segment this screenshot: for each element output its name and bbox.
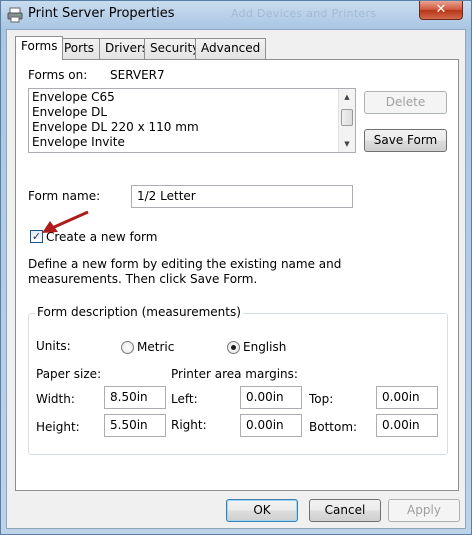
scroll-up-arrow-icon[interactable]: ▲ <box>339 89 355 105</box>
left-margin-field[interactable]: 0.00in <box>240 386 302 409</box>
paper-size-label: Paper size: <box>36 367 102 381</box>
delete-button[interactable]: Delete <box>364 91 447 114</box>
cancel-button[interactable]: Cancel <box>309 499 381 522</box>
height-label: Height: <box>36 420 80 434</box>
top-margin-field[interactable]: 0.00in <box>376 386 438 409</box>
radio-selected-dot <box>231 345 236 350</box>
measurements-group-title: Form description (measurements) <box>35 305 243 319</box>
list-item[interactable]: Envelope DL 220 x 110 mm <box>32 120 199 134</box>
metric-label[interactable]: Metric <box>137 340 174 354</box>
list-item[interactable]: Envelope C65 <box>32 90 115 104</box>
printer-icon <box>7 7 23 23</box>
close-button[interactable]: ✕ <box>419 1 463 20</box>
form-name-field[interactable]: 1/2 Letter <box>131 185 353 208</box>
form-name-label: Form name: <box>28 189 101 203</box>
dialog-client-area: Forms Ports Drivers Security Advanced Fo… <box>6 29 466 529</box>
tab-advanced[interactable]: Advanced <box>195 38 267 59</box>
title-bar[interactable]: Print Server Properties Add Devices and … <box>1 1 471 29</box>
units-label: Units: <box>36 339 71 353</box>
width-label: Width: <box>36 392 75 406</box>
print-server-properties-window: Print Server Properties Add Devices and … <box>0 0 472 535</box>
list-item[interactable]: Envelope Invite <box>32 135 125 149</box>
apply-button[interactable]: Apply <box>388 499 460 522</box>
bottom-margin-field[interactable]: 0.00in <box>376 414 438 437</box>
forms-on-label: Forms on: <box>28 68 88 82</box>
server-name: SERVER7 <box>110 68 165 82</box>
measurements-groupbox: Form description (measurements) Units: M… <box>28 305 448 455</box>
annotation-arrow-icon <box>42 210 89 233</box>
scrollbar-thumb[interactable] <box>341 109 353 126</box>
english-label[interactable]: English <box>243 340 286 354</box>
window-title: Print Server Properties <box>28 6 175 21</box>
right-margin-field[interactable]: 0.00in <box>240 414 302 437</box>
width-field[interactable]: 8.50in <box>104 386 166 409</box>
scroll-down-arrow-icon[interactable]: ▼ <box>339 136 355 152</box>
top-label: Top: <box>309 392 334 406</box>
left-label: Left: <box>171 392 198 406</box>
forms-tab-panel: Forms on: SERVER7 Envelope C65 Envelope … <box>15 59 459 491</box>
forms-list-scrollbar[interactable]: ▲ ▼ <box>338 89 355 152</box>
printer-area-margins-label: Printer area margins: <box>171 367 298 381</box>
list-item[interactable]: Envelope DL <box>32 105 107 119</box>
description-line-1: Define a new form by editing the existin… <box>28 257 342 271</box>
description-line-2: measurements. Then click Save Form. <box>28 272 258 286</box>
tab-ports[interactable]: Ports <box>58 38 101 59</box>
right-label: Right: <box>171 418 207 432</box>
ok-button[interactable]: OK <box>226 499 298 522</box>
forms-list[interactable]: Envelope C65 Envelope DL Envelope DL 220… <box>28 88 356 153</box>
background-window-title: Add Devices and Printers <box>231 7 377 20</box>
bottom-label: Bottom: <box>309 420 358 434</box>
english-radio[interactable] <box>227 341 240 354</box>
height-field[interactable]: 5.50in <box>104 414 166 437</box>
tab-forms[interactable]: Forms <box>15 36 64 60</box>
metric-radio[interactable] <box>121 341 134 354</box>
save-form-button[interactable]: Save Form <box>364 129 447 152</box>
